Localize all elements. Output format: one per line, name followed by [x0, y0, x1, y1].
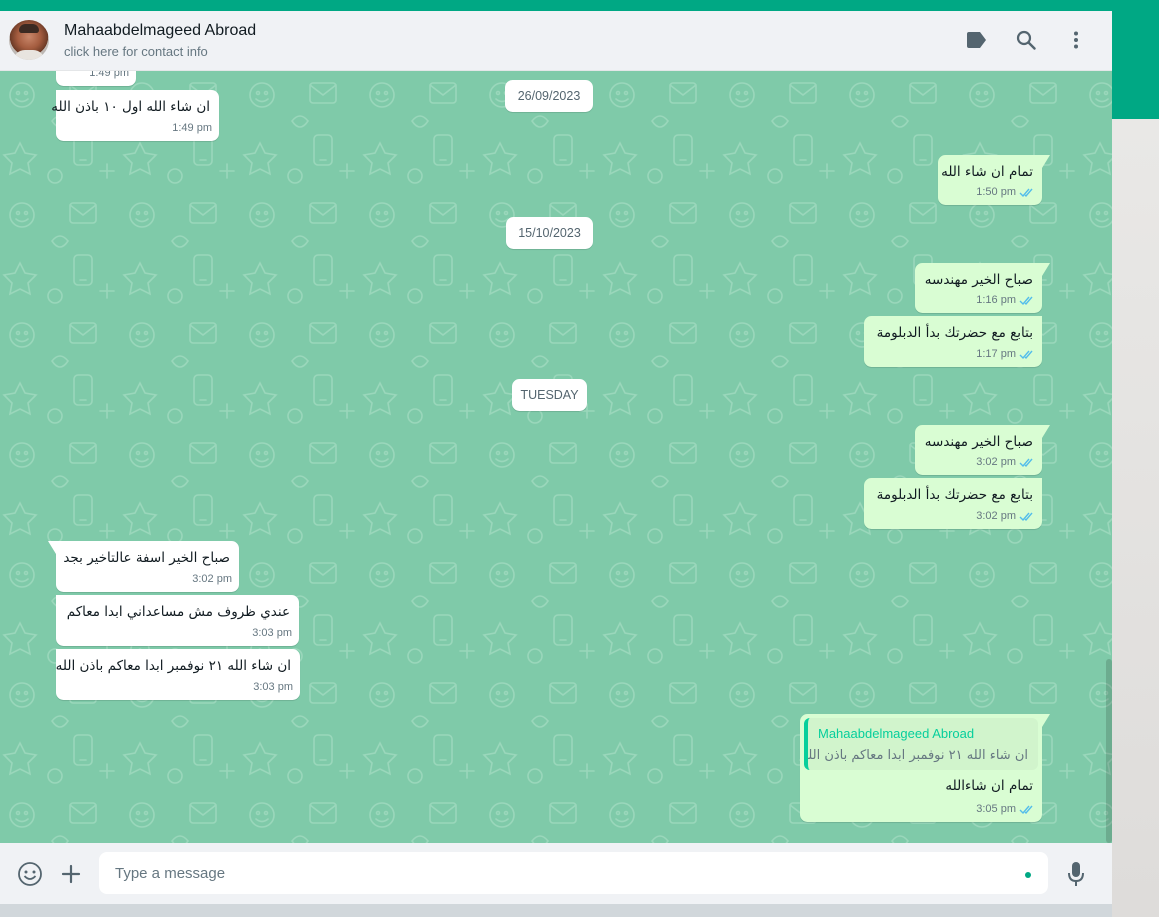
chat-scrollbar[interactable] — [1106, 659, 1112, 843]
message-meta: 1:49 pm — [172, 119, 212, 138]
chat-header[interactable]: Mahaabdelmageed Abroad click here for co… — [0, 11, 1112, 71]
message-time: 1:17 pm — [976, 348, 1016, 360]
date-separator: TUESDAY — [512, 379, 587, 411]
message-text: ان شاء الله ٢١ نوفمبر ابدا معاكم باذن ال… — [55, 658, 291, 674]
message-bubble-outgoing[interactable]: صباح الخير مهندسه 1:16 pm — [915, 263, 1050, 313]
message-text: تمام ان شاءالله — [945, 778, 1033, 794]
message-meta: 1:16 pm — [976, 291, 1035, 310]
read-ticks-icon — [1019, 350, 1033, 360]
read-ticks-icon — [1019, 296, 1033, 306]
message-meta: 3:02 pm — [976, 453, 1035, 472]
message-meta: 1:49 pm — [89, 71, 129, 83]
emoji-icon[interactable] — [16, 860, 44, 888]
message-text: صباح الخير اسفة عالتاخير بجد — [63, 550, 230, 566]
message-bubble-incoming[interactable]: عندي ظروف مش مساعداني ابدا معاكم 3:03 pm — [56, 595, 299, 646]
avatar-shirt — [13, 50, 45, 60]
date-separator: 15/10/2023 — [506, 217, 593, 249]
message-bubble-outgoing-reply[interactable]: Mahaabdelmageed Abroad ان شاء الله ٢١ نو… — [800, 714, 1050, 822]
message-meta: 1:50 pm — [976, 183, 1035, 202]
contact-name[interactable]: Mahaabdelmageed Abroad — [64, 22, 256, 40]
message-time: 3:02 pm — [192, 573, 232, 585]
chat-window: Mahaabdelmageed Abroad click here for co… — [0, 11, 1112, 904]
message-text: صباح الخير مهندسه — [924, 434, 1033, 450]
label-icon[interactable] — [963, 27, 989, 53]
message-bubble-outgoing[interactable]: تمام ان شاء الله 1:50 pm — [938, 155, 1050, 205]
read-ticks-icon — [1019, 512, 1033, 522]
message-time: 3:05 pm — [976, 803, 1016, 815]
message-meta: 3:05 pm — [976, 800, 1035, 819]
message-bubble-outgoing[interactable]: بتابع مع حضرتك بدأ الدبلومة 3:02 pm — [864, 478, 1042, 529]
menu-icon[interactable] — [1063, 27, 1089, 53]
message-text: بتابع مع حضرتك بدأ الدبلومة — [876, 325, 1033, 341]
search-icon[interactable] — [1013, 27, 1039, 53]
read-ticks-icon — [1019, 188, 1033, 198]
message-time: 3:02 pm — [976, 456, 1016, 468]
app-background-accent — [1112, 0, 1159, 119]
microphone-icon[interactable] — [1062, 860, 1090, 888]
message-text: صباح الخير مهندسه — [924, 272, 1033, 288]
message-meta: 3:02 pm — [976, 507, 1035, 526]
read-ticks-icon — [1019, 805, 1033, 815]
message-meta: 3:03 pm — [252, 624, 292, 643]
input-status-dot — [1025, 872, 1031, 878]
message-bubble-incoming[interactable]: ان شاء الله اول ١٠ باذن الله 1:49 pm — [51, 90, 219, 141]
message-time: 1:49 pm — [172, 122, 212, 134]
message-bubble-incoming[interactable]: ان شاء الله ٢١ نوفمبر ابدا معاكم باذن ال… — [56, 649, 300, 700]
avatar-hair — [19, 24, 39, 33]
message-composer — [0, 843, 1112, 904]
message-time: 3:03 pm — [252, 627, 292, 639]
message-bubble-incoming[interactable]: 1:49 pm — [56, 71, 136, 86]
date-separator: 26/09/2023 — [505, 80, 593, 112]
contact-info-hint[interactable]: click here for contact info — [64, 44, 208, 59]
window-bottom-edge — [0, 904, 1112, 917]
top-accent-strip — [0, 0, 1159, 11]
message-bubble-outgoing[interactable]: صباح الخير مهندسه 3:02 pm — [915, 425, 1050, 475]
message-time: 1:50 pm — [976, 186, 1016, 198]
message-text: ان شاء الله اول ١٠ باذن الله — [51, 99, 210, 115]
message-time: 1:16 pm — [976, 294, 1016, 306]
quoted-text: ان شاء الله ٢١ نوفمبر ابدا معاكم باذن ال… — [804, 748, 1028, 763]
quoted-sender: Mahaabdelmageed Abroad — [818, 726, 975, 741]
read-ticks-icon — [1019, 458, 1033, 468]
app-background — [1112, 119, 1159, 917]
avatar[interactable] — [9, 20, 49, 60]
message-time: 3:02 pm — [976, 510, 1016, 522]
message-time: 1:49 pm — [89, 71, 129, 79]
message-input[interactable] — [99, 852, 1048, 894]
message-time: 3:03 pm — [253, 681, 293, 693]
message-list[interactable]: 26/09/2023 15/10/2023 TUESDAY 1:49 pm ان… — [0, 71, 1112, 843]
message-meta: 1:17 pm — [976, 345, 1035, 364]
quoted-message[interactable]: Mahaabdelmageed Abroad ان شاء الله ٢١ نو… — [804, 718, 1038, 770]
message-text: تمام ان شاء الله — [941, 164, 1033, 180]
message-meta: 3:02 pm — [192, 570, 232, 589]
message-text: بتابع مع حضرتك بدأ الدبلومة — [876, 487, 1033, 503]
message-bubble-incoming[interactable]: صباح الخير اسفة عالتاخير بجد 3:02 pm — [48, 541, 239, 592]
message-bubble-outgoing[interactable]: بتابع مع حضرتك بدأ الدبلومة 1:17 pm — [864, 316, 1042, 367]
attach-plus-icon[interactable] — [57, 860, 85, 888]
message-text: عندي ظروف مش مساعداني ابدا معاكم — [66, 604, 290, 620]
message-meta: 3:03 pm — [253, 678, 293, 697]
